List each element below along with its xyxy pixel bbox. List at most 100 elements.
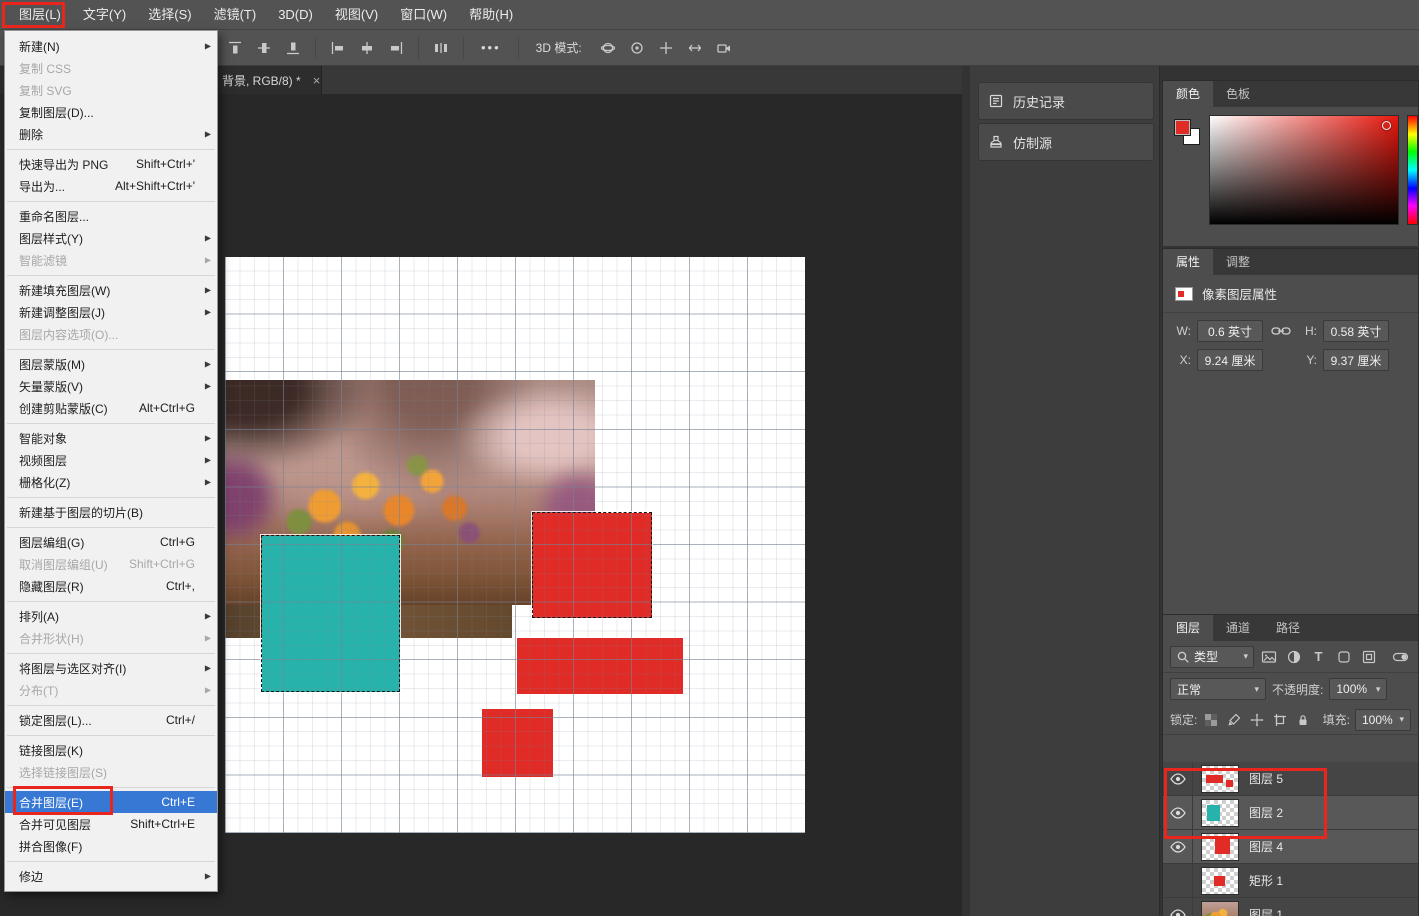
menu-item[interactable]: 图层编组(G) Ctrl+G <box>5 531 217 553</box>
layer-thumbnail[interactable] <box>1201 832 1239 861</box>
close-icon[interactable]: × <box>313 73 321 88</box>
lock-transparency-icon[interactable] <box>1202 711 1220 729</box>
menubar-item-2[interactable]: 文字(Y) <box>72 0 137 30</box>
align-left-edges-icon[interactable] <box>327 37 349 59</box>
3d-roll-icon[interactable] <box>626 37 648 59</box>
layer-thumbnail[interactable] <box>1201 764 1239 793</box>
filter-kind-dropdown[interactable]: 类型 ▾ <box>1170 645 1254 668</box>
menu-item[interactable]: 导出为... Alt+Shift+Ctrl+' <box>5 175 217 197</box>
menu-item[interactable]: 新建调整图层(J) ▶ <box>5 301 217 323</box>
layer-row-矩形-1[interactable]: 矩形 1 <box>1163 863 1418 898</box>
3d-orbit-icon[interactable] <box>597 37 619 59</box>
menu-item[interactable]: 合并图层(E) Ctrl+E <box>5 791 217 813</box>
teal-rectangle[interactable] <box>262 536 400 692</box>
distribute-top-icon[interactable] <box>224 37 246 59</box>
filter-shape-layers-icon[interactable] <box>1333 646 1354 667</box>
menu-item[interactable]: 修边 ▶ <box>5 865 217 887</box>
layer-row-图层-2[interactable]: 图层 2 <box>1163 795 1418 830</box>
link-dimensions-icon[interactable] <box>1269 320 1293 342</box>
menubar-item-3[interactable]: 选择(S) <box>137 0 202 30</box>
menu-item[interactable]: 隐藏图层(R) Ctrl+, <box>5 575 217 597</box>
menu-item[interactable]: 排列(A) ▶ <box>5 605 217 627</box>
y-field[interactable]: 9.37 厘米 <box>1323 349 1389 371</box>
tab-color[interactable]: 颜色 <box>1163 81 1214 107</box>
menu-item[interactable]: 栅格化(Z) ▶ <box>5 471 217 493</box>
menu-item[interactable]: 智能对象 ▶ <box>5 427 217 449</box>
tab-swatches[interactable]: 色板 <box>1213 81 1263 107</box>
tab-adjustments[interactable]: 调整 <box>1213 249 1263 275</box>
eye-icon[interactable] <box>1163 762 1193 796</box>
layer-thumbnail[interactable] <box>1201 798 1239 827</box>
lock-position-icon[interactable] <box>1248 711 1266 729</box>
layer-row-图层-5[interactable]: 图层 5 <box>1163 762 1418 796</box>
menubar-item-5[interactable]: 3D(D) <box>267 0 324 30</box>
eye-icon[interactable] <box>1163 897 1193 916</box>
menu-item[interactable]: 视频图层 ▶ <box>5 449 217 471</box>
filter-smart-objects-icon[interactable] <box>1358 646 1379 667</box>
height-field[interactable]: 0.58 英寸 <box>1323 320 1389 342</box>
red-rectangle-2[interactable] <box>517 638 683 694</box>
lock-pixels-icon[interactable] <box>1225 711 1243 729</box>
filter-pixel-layers-icon[interactable] <box>1258 646 1279 667</box>
menu-item[interactable]: 链接图层(K) <box>5 739 217 761</box>
tab-paths[interactable]: 路径 <box>1263 615 1313 641</box>
menu-item[interactable]: 快速导出为 PNG Shift+Ctrl+' <box>5 153 217 175</box>
lock-artboard-icon[interactable] <box>1271 711 1289 729</box>
layer-thumbnail[interactable] <box>1201 866 1239 895</box>
menu-item[interactable]: 新建基于图层的切片(B) <box>5 501 217 523</box>
menu-item[interactable]: 新建填充图层(W) ▶ <box>5 279 217 301</box>
x-field[interactable]: 9.24 厘米 <box>1197 349 1263 371</box>
menu-item[interactable]: 新建(N) ▶ <box>5 35 217 57</box>
eye-icon[interactable] <box>1163 795 1193 830</box>
red-rectangle-3[interactable] <box>482 709 553 777</box>
foreground-color-swatch[interactable] <box>1174 119 1191 136</box>
menu-item[interactable]: 拼合图像(F) <box>5 835 217 857</box>
opacity-dropdown[interactable]: 100% ▾ <box>1329 678 1388 700</box>
menubar-item-6[interactable]: 视图(V) <box>324 0 389 30</box>
eye-icon[interactable] <box>1163 829 1193 864</box>
align-right-edges-icon[interactable] <box>385 37 407 59</box>
eye-icon-hidden[interactable] <box>1163 863 1193 898</box>
tab-channels[interactable]: 通道 <box>1213 615 1263 641</box>
menubar-item-4[interactable]: 滤镜(T) <box>203 0 268 30</box>
menu-item[interactable]: 矢量蒙版(V) ▶ <box>5 375 217 397</box>
red-rectangle-1[interactable] <box>533 513 652 618</box>
tab-layers[interactable]: 图层 <box>1163 615 1214 641</box>
filter-adjustment-layers-icon[interactable] <box>1283 646 1304 667</box>
3d-slide-icon[interactable] <box>684 37 706 59</box>
3d-camera-icon[interactable] <box>713 37 735 59</box>
blend-mode-dropdown[interactable]: 正常 ▾ <box>1170 678 1266 700</box>
menu-item[interactable]: 重命名图层... <box>5 205 217 227</box>
menu-item[interactable]: 将图层与选区对齐(I) ▶ <box>5 657 217 679</box>
menubar-item-8[interactable]: 帮助(H) <box>458 0 524 30</box>
saturation-brightness-field[interactable] <box>1209 115 1399 225</box>
distribute-bottom-icon[interactable] <box>282 37 304 59</box>
menu-item[interactable]: 删除 ▶ <box>5 123 217 145</box>
distribute-spacing-icon[interactable] <box>430 37 452 59</box>
menubar-item-7[interactable]: 窗口(W) <box>389 0 458 30</box>
menu-item[interactable]: 图层蒙版(M) ▶ <box>5 353 217 375</box>
filter-toggle-icon[interactable] <box>1390 646 1411 667</box>
hue-slider[interactable] <box>1407 115 1418 225</box>
more-options-icon[interactable]: ••• <box>475 40 507 55</box>
clone-source-panel-button[interactable]: 仿制源 <box>978 123 1154 161</box>
menubar-item-1[interactable]: 图层(L) <box>8 0 72 30</box>
3d-pan-icon[interactable] <box>655 37 677 59</box>
distribute-vertical-center-icon[interactable] <box>253 37 275 59</box>
layer-row-图层-4[interactable]: 图层 4 <box>1163 829 1418 864</box>
fill-dropdown[interactable]: 100% ▾ <box>1355 708 1411 731</box>
align-horizontal-center-icon[interactable] <box>356 37 378 59</box>
canvas-document[interactable] <box>225 257 805 833</box>
layer-thumbnail[interactable] <box>1201 900 1239 916</box>
menu-item[interactable]: 合并可见图层 Shift+Ctrl+E <box>5 813 217 835</box>
color-cursor[interactable] <box>1382 121 1391 130</box>
filter-type-layers-icon[interactable]: T <box>1308 646 1329 667</box>
lock-all-icon[interactable] <box>1294 711 1312 729</box>
layer-row-图层-1[interactable]: 图层 1 <box>1163 897 1418 916</box>
menu-item[interactable]: 图层样式(Y) ▶ <box>5 227 217 249</box>
menu-item[interactable]: 锁定图层(L)... Ctrl+/ <box>5 709 217 731</box>
menu-item[interactable]: 创建剪贴蒙版(C) Alt+Ctrl+G <box>5 397 217 419</box>
tab-properties[interactable]: 属性 <box>1163 249 1214 275</box>
width-field[interactable]: 0.6 英寸 <box>1197 320 1263 342</box>
history-panel-button[interactable]: 历史记录 <box>978 82 1154 120</box>
